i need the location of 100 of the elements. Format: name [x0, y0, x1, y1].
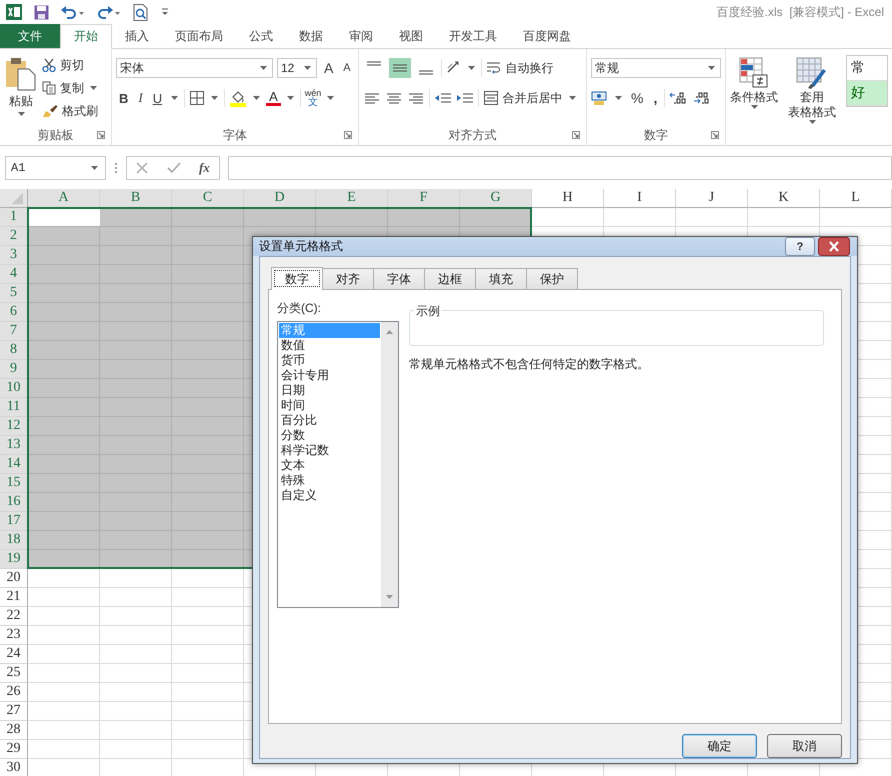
currency-icon[interactable]	[591, 90, 609, 106]
format-as-table-button[interactable]: 套用 表格格式	[788, 55, 836, 145]
dialog-tab[interactable]: 对齐	[322, 268, 374, 289]
align-left-icon[interactable]	[362, 90, 381, 106]
row-header[interactable]: 25	[0, 664, 28, 683]
ribbon-tab[interactable]: 公式	[236, 24, 286, 48]
dialog-tab[interactable]: 边框	[424, 268, 476, 289]
row-header[interactable]: 4	[0, 265, 28, 284]
number-format-dropdown[interactable]: 常规	[591, 58, 721, 78]
wrap-text-button[interactable]: 自动换行	[486, 58, 554, 78]
borders-icon[interactable]	[189, 90, 206, 106]
caret-icon[interactable]	[468, 66, 475, 70]
format-painter-button[interactable]: 格式刷	[42, 101, 99, 121]
list-item[interactable]: 时间	[279, 398, 380, 413]
merge-center-button[interactable]: 合并后居中	[482, 88, 578, 108]
scrollbar[interactable]	[381, 322, 398, 607]
cell-style-option[interactable]: 好	[847, 81, 887, 106]
row-header[interactable]: 2	[0, 227, 28, 246]
row-header[interactable]: 15	[0, 474, 28, 493]
italic-button[interactable]: I	[135, 90, 146, 106]
cancel-button[interactable]: 取消	[767, 734, 842, 758]
underline-button[interactable]: U	[150, 90, 166, 106]
dialog-launcher-icon[interactable]	[572, 131, 580, 139]
align-right-icon[interactable]	[406, 90, 425, 106]
conditional-formatting-button[interactable]: 条件格式	[730, 55, 778, 145]
ribbon-tab[interactable]: 开发工具	[436, 24, 510, 48]
column-header[interactable]: H	[532, 189, 604, 208]
customize-icon[interactable]	[161, 8, 169, 16]
list-item[interactable]: 日期	[279, 383, 380, 398]
phonetic-guide-button[interactable]: wén 文	[304, 89, 322, 107]
comma-style-button[interactable]: ,	[650, 90, 660, 106]
row-header[interactable]: 13	[0, 436, 28, 455]
row-header[interactable]: 20	[0, 569, 28, 588]
dialog-launcher-icon[interactable]	[711, 131, 719, 139]
row-header[interactable]: 12	[0, 417, 28, 436]
percent-style-button[interactable]: %	[628, 90, 646, 106]
list-item[interactable]: 特殊	[279, 473, 380, 488]
list-item[interactable]: 文本	[279, 458, 380, 473]
column-header[interactable]: I	[604, 189, 676, 208]
row-header[interactable]: 24	[0, 645, 28, 664]
paste-button[interactable]: 粘贴	[4, 55, 38, 125]
list-item[interactable]: 自定义	[279, 488, 380, 503]
column-header[interactable]: G	[460, 189, 532, 208]
save-icon[interactable]	[34, 4, 49, 20]
insert-function-button[interactable]: fx	[198, 160, 210, 176]
excel-logo-icon[interactable]	[6, 4, 22, 20]
undo-icon[interactable]	[61, 5, 85, 19]
dialog-tab[interactable]: 字体	[373, 268, 425, 289]
active-cell[interactable]	[29, 209, 100, 226]
row-header[interactable]: 8	[0, 341, 28, 360]
row-header[interactable]: 16	[0, 493, 28, 512]
ribbon-tab[interactable]: 页面布局	[162, 24, 236, 48]
dialog-tab[interactable]: 保护	[526, 268, 578, 289]
row-header[interactable]: 5	[0, 284, 28, 303]
row-header[interactable]: 18	[0, 531, 28, 550]
caret-icon[interactable]	[253, 96, 260, 100]
font-size-dropdown[interactable]: 12	[276, 58, 317, 78]
list-item[interactable]: 数值	[279, 338, 380, 353]
column-header[interactable]: A	[28, 189, 100, 208]
ribbon-tab[interactable]: 百度网盘	[510, 24, 584, 48]
row-header[interactable]: 21	[0, 588, 28, 607]
decrease-font-button[interactable]: A	[340, 62, 354, 74]
row-header[interactable]: 27	[0, 702, 28, 721]
row-header[interactable]: 28	[0, 721, 28, 740]
check-icon[interactable]	[166, 162, 181, 174]
dialog-tab[interactable]: 数字	[271, 267, 323, 290]
name-box[interactable]: A1	[5, 156, 106, 180]
increase-font-button[interactable]: A	[320, 60, 336, 76]
row-header[interactable]: 23	[0, 626, 28, 645]
caret-icon[interactable]	[171, 96, 178, 100]
middle-align-icon[interactable]	[388, 58, 411, 78]
column-header[interactable]: C	[172, 189, 244, 208]
list-item[interactable]: 会计专用	[279, 368, 380, 383]
dialog-tab[interactable]: 填充	[475, 268, 527, 289]
dialog-launcher-icon[interactable]	[96, 131, 105, 139]
decrease-indent-icon[interactable]	[434, 90, 452, 106]
column-header[interactable]: F	[388, 189, 460, 208]
fill-color-icon[interactable]	[229, 89, 248, 107]
redo-icon[interactable]	[97, 5, 121, 19]
print-preview-icon[interactable]	[133, 4, 149, 20]
column-header[interactable]: E	[316, 189, 388, 208]
copy-button[interactable]: 复制	[42, 78, 99, 98]
caret-icon[interactable]	[615, 96, 622, 100]
align-center-icon[interactable]	[384, 90, 403, 106]
row-header[interactable]: 6	[0, 303, 28, 322]
row-header[interactable]: 3	[0, 246, 28, 265]
row-header[interactable]: 14	[0, 455, 28, 474]
caret-icon[interactable]	[286, 96, 294, 100]
row-header[interactable]: 9	[0, 360, 28, 379]
ribbon-tab[interactable]: 插入	[112, 24, 162, 48]
list-item[interactable]: 分数	[279, 428, 380, 443]
cut-button[interactable]: 剪切	[42, 55, 99, 75]
row-header[interactable]: 10	[0, 379, 28, 398]
formula-input[interactable]	[228, 156, 892, 180]
list-item[interactable]: 百分比	[279, 413, 380, 428]
font-color-button[interactable]: A	[266, 90, 281, 106]
list-item[interactable]: 科学记数	[279, 443, 380, 458]
ribbon-tab[interactable]: 审阅	[336, 24, 386, 48]
row-header[interactable]: 7	[0, 322, 28, 341]
bold-button[interactable]: B	[116, 90, 132, 106]
